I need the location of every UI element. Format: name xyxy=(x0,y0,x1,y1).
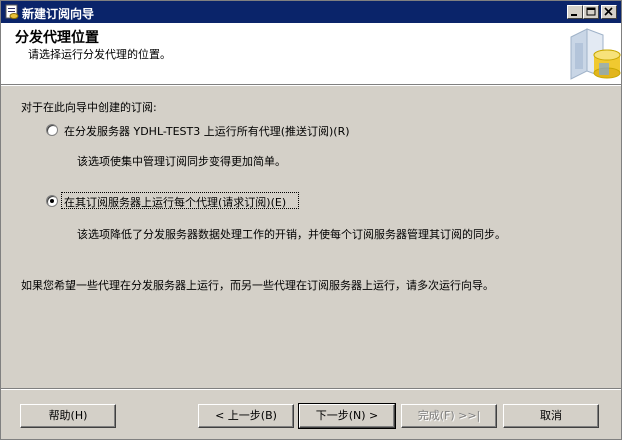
wizard-window: 新建订阅向导 分发代理位置 请选择运行分发代理的位置。 对于在此向导中创建的订阅… xyxy=(0,0,622,440)
back-button[interactable]: < 上一步(B) xyxy=(198,404,294,428)
page-title: 分发代理位置 xyxy=(15,30,99,46)
subscription-prompt: 对于在此向导中创建的订阅: xyxy=(21,101,157,114)
close-button[interactable] xyxy=(601,5,617,19)
maximize-icon xyxy=(586,7,596,16)
help-button[interactable]: 帮助(H) xyxy=(20,404,116,428)
minimize-button[interactable] xyxy=(567,5,583,19)
pull-subscription-label[interactable]: 在其订阅服务器上运行每个代理(请求订阅)(E) xyxy=(64,194,286,210)
finish-button[interactable]: 完成(F) >>| xyxy=(401,404,497,428)
wizard-header: 分发代理位置 请选择运行分发代理的位置。 xyxy=(1,23,621,84)
minimize-icon xyxy=(571,14,577,16)
push-subscription-description: 该选项使集中管理订阅同步变得更加简单。 xyxy=(77,155,286,168)
window-title: 新建订阅向导 xyxy=(22,7,95,21)
multiple-run-note: 如果您希望一些代理在分发服务器上运行，而另一些代理在订阅服务器上运行，请多次运行… xyxy=(21,279,494,292)
wizard-app-icon xyxy=(5,4,19,19)
pull-subscription-radio[interactable] xyxy=(46,195,58,207)
radio-selected-dot xyxy=(50,199,54,203)
footer-divider-highlight xyxy=(1,389,621,390)
close-icon xyxy=(604,7,613,16)
maximize-button[interactable] xyxy=(583,5,599,19)
header-divider-highlight xyxy=(1,85,621,86)
database-wizard-graphic xyxy=(563,23,621,84)
push-subscription-radio[interactable] xyxy=(46,124,58,136)
cancel-button[interactable]: 取消 xyxy=(503,404,599,428)
push-subscription-label[interactable]: 在分发服务器 YDHL-TEST3 上运行所有代理(推送订阅)(R) xyxy=(64,123,350,139)
title-bar[interactable]: 新建订阅向导 xyxy=(1,1,621,23)
page-subtitle: 请选择运行分发代理的位置。 xyxy=(28,48,171,61)
pull-subscription-description: 该选项降低了分发服务器数据处理工作的开销，并使每个订阅服务器管理其订阅的同步。 xyxy=(77,228,506,241)
next-button[interactable]: 下一步(N) > xyxy=(298,403,396,429)
